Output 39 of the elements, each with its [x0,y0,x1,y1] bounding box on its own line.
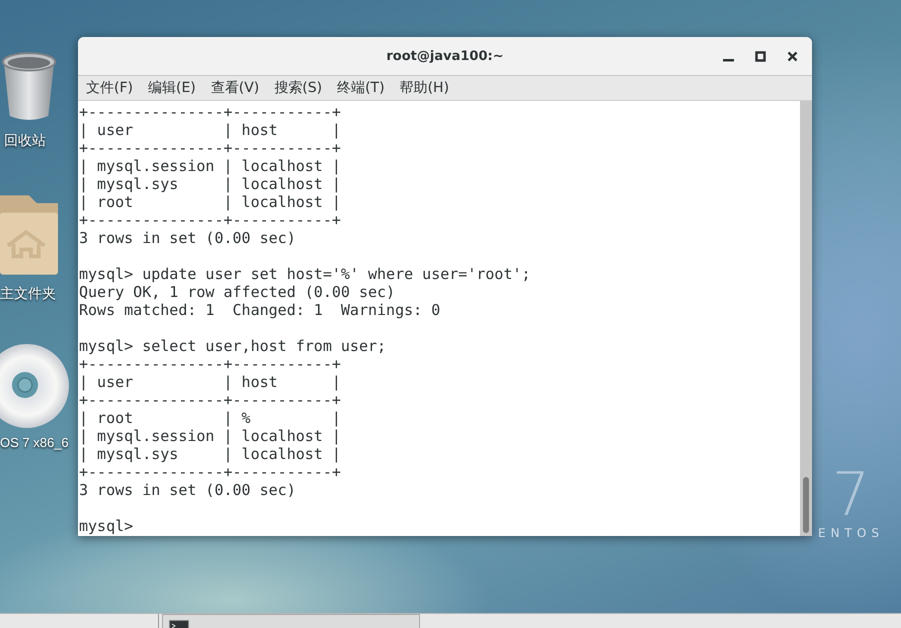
terminal-line: Rows matched: 1 Changed: 1 Warnings: 0 [79,301,440,319]
menu-item[interactable]: 编辑(E) [148,79,196,97]
terminal-line: 3 rows in set (0.00 sec) [79,481,296,499]
terminal-line: +---------------+-----------+ [79,463,341,481]
terminal-line: | mysql.sys | localhost | [79,445,341,463]
terminal-line: mysql> update user set host='%' where user='root'; [79,265,531,283]
terminal-line: mysql> [79,517,134,535]
scrollbar-thumb[interactable] [803,477,809,533]
desktop-icon-label[interactable]: 回收站 [4,132,46,150]
logo-wordmark: ENTOS [818,526,884,540]
terminal-line: | user | host | [79,373,341,391]
terminal-line: +---------------+-----------+ [79,355,341,373]
scrollbar[interactable] [800,101,812,536]
terminal-line: Query OK, 1 row affected (0.00 sec) [79,283,396,301]
terminal-line: 3 rows in set (0.00 sec) [79,229,296,247]
menu-item[interactable]: 终端(T) [337,79,385,97]
terminal-line: | mysql.sys | localhost | [79,175,341,193]
menu-item[interactable]: 查看(V) [210,79,260,97]
folder-icon [0,195,58,275]
terminal-line: +---------------+-----------+ [79,211,341,229]
menu-item[interactable]: 文件(F) [86,79,133,97]
desktop-icon-label[interactable]: 主文件夹 [0,285,56,303]
logo-numeral: 7 [832,466,870,524]
terminal-line: | mysql.session | localhost | [79,427,341,445]
menu-item[interactable]: 搜索(S) [274,79,322,97]
minimize-icon [722,58,734,62]
terminal-line: mysql> select user,host from user; [79,337,386,355]
terminal-line: | root | % | [79,409,341,427]
close-icon [786,50,798,62]
terminal-line: | user | host | [79,121,341,139]
terminal-line: +---------------+-----------+ [79,139,341,157]
terminal-line: | root | localhost | [79,193,341,211]
window-title: root@java100:~ [385,48,505,64]
maximize-icon [754,50,766,62]
taskbar-window-button[interactable] [162,614,420,628]
menu-item[interactable]: 帮助(H) [400,79,450,97]
terminal-line: +---------------+-----------+ [79,103,341,121]
terminal-line: +---------------+-----------+ [79,391,341,409]
terminal-line: | mysql.session | localhost | [79,157,341,175]
